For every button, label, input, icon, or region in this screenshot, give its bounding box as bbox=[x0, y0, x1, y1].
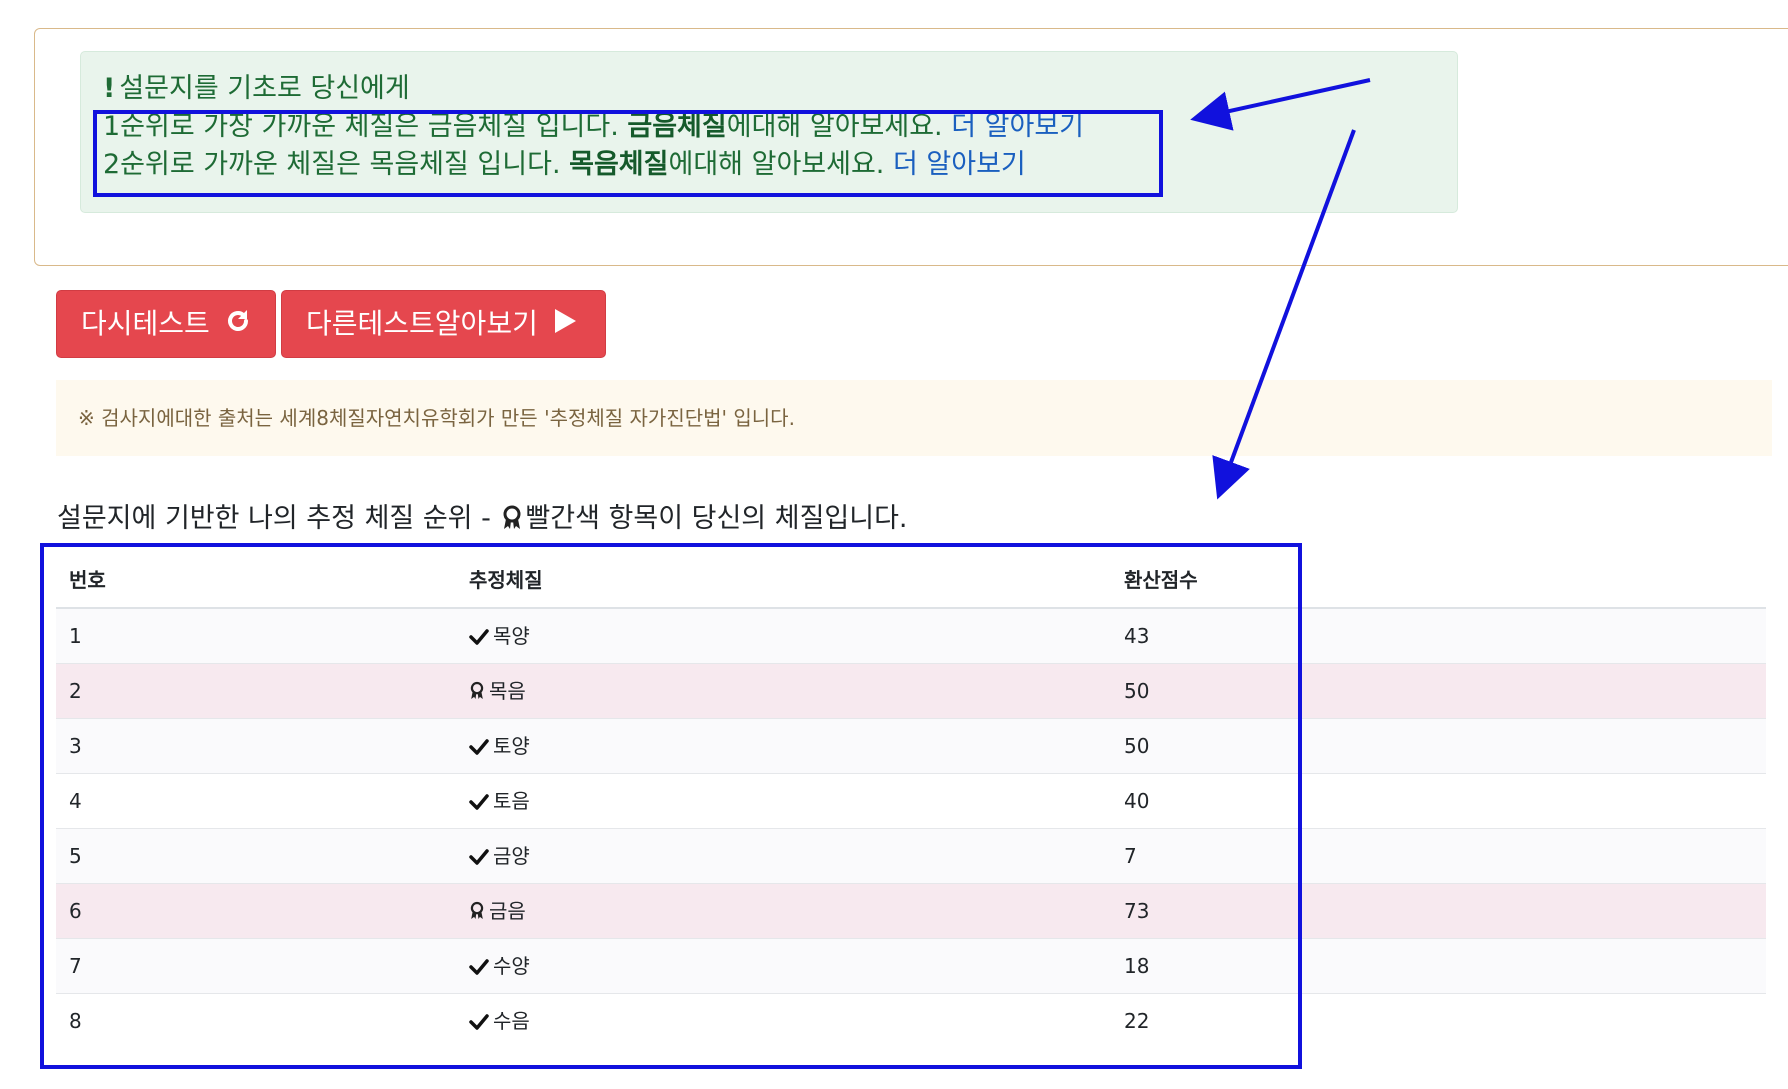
ranking-title-post: 빨간색 항목이 당신의 체질입니다. bbox=[525, 503, 908, 534]
cell-number: 3 bbox=[56, 717, 456, 773]
check-icon bbox=[469, 737, 489, 761]
table-body: 1 목양 43 2 목음 50 3 토양 50 4 토음 40 5 금양 7 6 금음 73 7 수양 18 8 수음 22 bbox=[56, 607, 1766, 1048]
cell-type: 토양 bbox=[456, 717, 1111, 773]
check-icon bbox=[469, 957, 489, 981]
cell-type: 토음 bbox=[456, 772, 1111, 828]
rank1-learn-more-link[interactable]: 더 알아보기 bbox=[951, 111, 1084, 142]
table-header-row: 번호 추정체질 환산점수 bbox=[56, 550, 1766, 609]
cell-type-label: 수양 bbox=[493, 954, 530, 978]
cell-type: 목양 bbox=[456, 607, 1111, 663]
cell-type: 수음 bbox=[456, 992, 1111, 1048]
table-row: 7 수양 18 bbox=[56, 937, 1766, 993]
rank2-learn-more-link[interactable]: 더 알아보기 bbox=[893, 149, 1026, 180]
cell-type-label: 금음 bbox=[489, 899, 526, 923]
source-notice: ※ 검사지에대한 출처는 세계8체질자연치유학회가 만든 '추정체질 자가진단법… bbox=[56, 380, 1772, 456]
cell-number: 8 bbox=[56, 992, 456, 1048]
cell-number: 6 bbox=[56, 882, 456, 938]
cell-number: 2 bbox=[56, 662, 456, 718]
rank1-text: 1순위로 가장 가까운 체질은 금음체질 입니다. bbox=[103, 111, 628, 142]
cell-type: 금양 bbox=[456, 827, 1111, 883]
rank1-suffix: 에대해 알아보세요. bbox=[726, 111, 952, 142]
other-tests-label: 다른테스트알아보기 bbox=[306, 307, 538, 340]
cell-score: 50 bbox=[1111, 717, 1766, 773]
cell-score: 73 bbox=[1111, 882, 1766, 938]
rank2-suffix: 에대해 알아보세요. bbox=[668, 149, 893, 180]
cell-number: 7 bbox=[56, 937, 456, 993]
other-tests-button[interactable]: 다른테스트알아보기 bbox=[281, 290, 606, 358]
play-icon bbox=[553, 292, 577, 358]
cell-type: 목음 bbox=[456, 662, 1111, 718]
alert-line-intro: ! 설문지를 기초로 당신에게 bbox=[103, 70, 410, 108]
refresh-icon bbox=[225, 292, 251, 358]
cell-type: 금음 bbox=[456, 882, 1111, 938]
award-icon bbox=[469, 901, 485, 926]
table-row: 1 목양 43 bbox=[56, 607, 1766, 663]
table-row: 5 금양 7 bbox=[56, 827, 1766, 883]
ranking-title: 설문지에 기반한 나의 추정 체질 순위 - 빨간색 항목이 당신의 체질입니다… bbox=[57, 500, 908, 542]
cell-score: 22 bbox=[1111, 992, 1766, 1048]
ranking-table: 번호 추정체질 환산점수 1 목양 43 2 목음 50 3 토양 50 4 토음 40 5 금양 7 6 금음… bbox=[56, 550, 1766, 1048]
cell-number: 5 bbox=[56, 827, 456, 883]
result-alert: ! 설문지를 기초로 당신에게 1순위로 가장 가까운 체질은 금음체질 입니다.… bbox=[80, 51, 1458, 213]
ranking-table-wrap: 번호 추정체질 환산점수 1 목양 43 2 목음 50 3 토양 50 4 토음 40 5 금양 7 6 금음… bbox=[56, 550, 1766, 1048]
check-icon bbox=[469, 847, 489, 871]
exclamation-icon: ! bbox=[103, 73, 116, 104]
check-icon bbox=[469, 1012, 489, 1036]
header-number: 번호 bbox=[56, 550, 456, 609]
table-row: 6 금음 73 bbox=[56, 882, 1766, 938]
cell-score: 18 bbox=[1111, 937, 1766, 993]
cell-score: 7 bbox=[1111, 827, 1766, 883]
table-row: 4 토음 40 bbox=[56, 772, 1766, 828]
table-row: 3 토양 50 bbox=[56, 717, 1766, 773]
alert-line-rank2: 2순위로 가까운 체질은 목음체질 입니다. 목음체질에대해 알아보세요. 더 … bbox=[103, 146, 1026, 184]
cell-type-label: 토양 bbox=[493, 734, 530, 758]
rank2-text: 2순위로 가까운 체질은 목음체질 입니다. bbox=[103, 149, 570, 180]
cell-type: 수양 bbox=[456, 937, 1111, 993]
cell-number: 4 bbox=[56, 772, 456, 828]
retest-button[interactable]: 다시테스트 bbox=[56, 290, 276, 358]
table-row: 2 목음 50 bbox=[56, 662, 1766, 718]
header-score: 환산점수 bbox=[1111, 550, 1766, 609]
check-icon bbox=[469, 627, 489, 651]
cell-type-label: 목양 bbox=[493, 624, 530, 649]
alert-intro-text: 설문지를 기초로 당신에게 bbox=[119, 73, 410, 104]
rank2-type: 목음체질 bbox=[569, 149, 669, 180]
cell-score: 40 bbox=[1111, 772, 1766, 828]
alert-line-rank1: 1순위로 가장 가까운 체질은 금음체질 입니다. 금음체질에대해 알아보세요.… bbox=[103, 108, 1084, 146]
cell-type-label: 금양 bbox=[493, 844, 530, 868]
cell-type-label: 목음 bbox=[489, 679, 526, 703]
cell-score: 50 bbox=[1111, 662, 1766, 718]
cell-score: 43 bbox=[1111, 607, 1766, 663]
ranking-title-pre: 설문지에 기반한 나의 추정 체질 순위 - bbox=[57, 503, 500, 534]
rank1-type: 금음체질 bbox=[627, 111, 727, 142]
retest-label: 다시테스트 bbox=[81, 307, 210, 340]
award-icon bbox=[469, 681, 485, 706]
table-row: 8 수음 22 bbox=[56, 992, 1766, 1048]
cell-type-label: 토음 bbox=[493, 789, 530, 813]
cell-number: 1 bbox=[56, 607, 456, 663]
award-icon bbox=[501, 504, 523, 542]
header-type: 추정체질 bbox=[456, 550, 1111, 609]
cell-type-label: 수음 bbox=[493, 1009, 530, 1034]
check-icon bbox=[469, 792, 489, 816]
